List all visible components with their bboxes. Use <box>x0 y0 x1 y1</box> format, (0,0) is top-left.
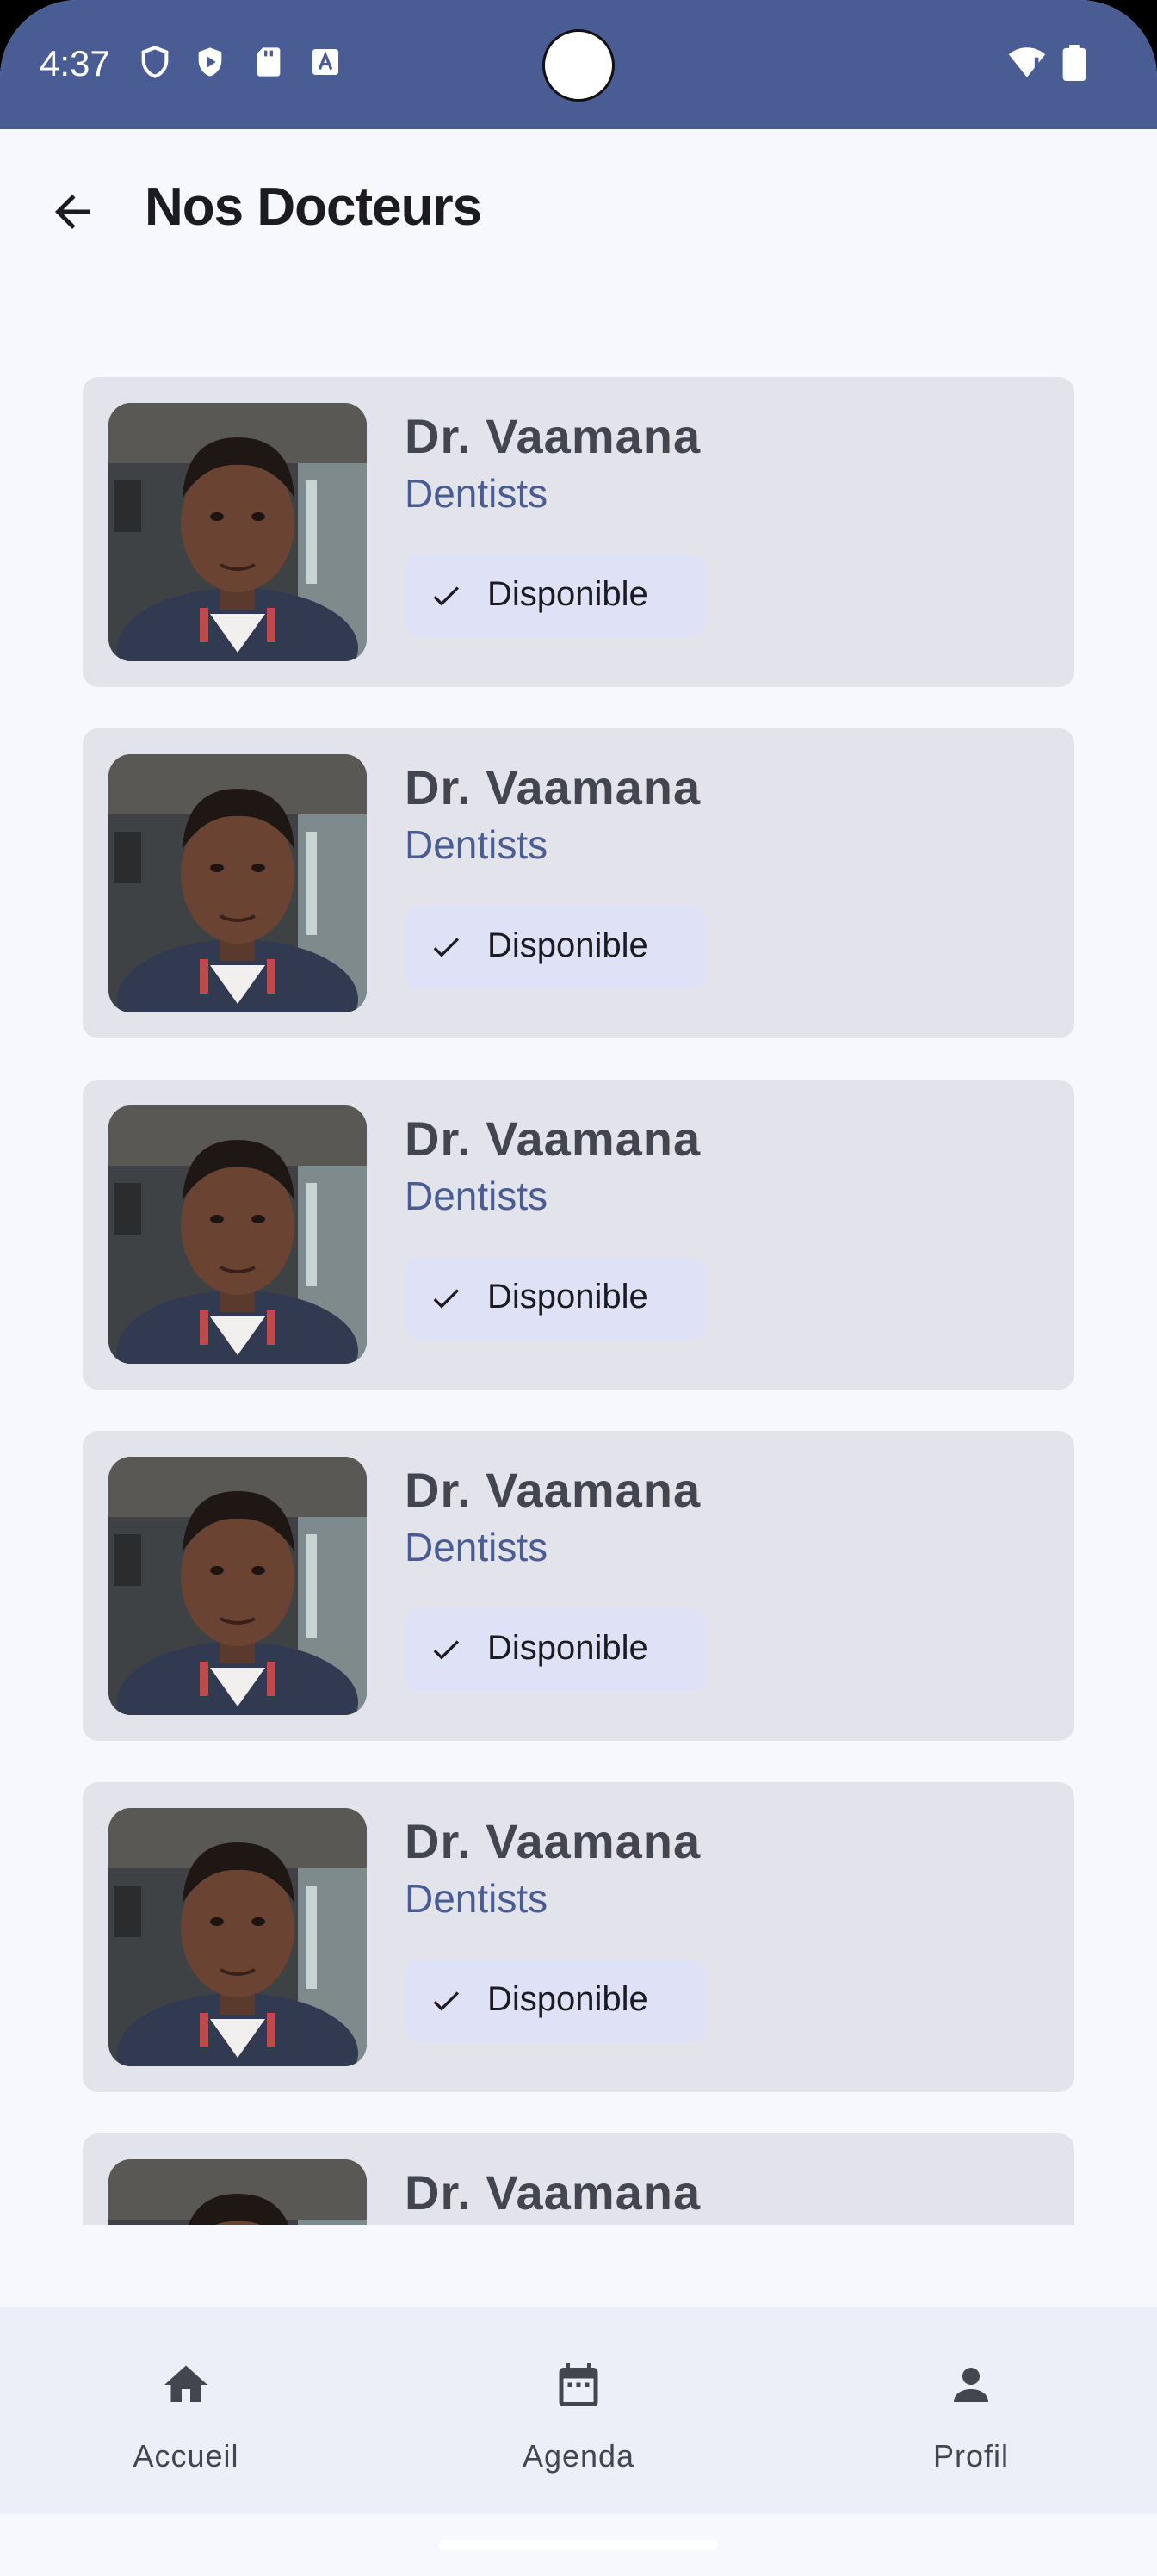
sd-card-icon <box>257 47 281 77</box>
availability-chip[interactable]: Disponible <box>405 1257 706 1340</box>
availability-label: Disponible <box>487 1278 648 1316</box>
doctor-name: Dr. Vaamana <box>405 2165 702 2220</box>
status-bar: 4:37 <box>0 0 1157 129</box>
availability-chip[interactable]: Disponible <box>405 554 706 637</box>
shield-icon <box>141 46 169 78</box>
availability-label: Disponible <box>487 926 648 964</box>
doctor-name: Dr. Vaamana <box>405 1814 702 1868</box>
doctor-photo <box>108 1808 367 2066</box>
check-icon <box>433 1640 459 1660</box>
camera-cutout <box>542 29 615 102</box>
check-icon <box>433 938 459 957</box>
doctor-photo <box>108 1457 367 1715</box>
check-icon <box>433 1991 459 2011</box>
arrow-back-icon[interactable] <box>46 186 98 238</box>
doctor-list[interactable]: Dr. Vaamana Dentists Disponible Dr. Vaam… <box>83 377 1074 2225</box>
home-icon <box>164 2365 207 2402</box>
nav-item-accueil[interactable]: Accueil <box>57 2307 315 2514</box>
doctor-name: Dr. Vaamana <box>405 1463 702 1517</box>
doctor-photo-image <box>108 1808 367 2066</box>
nav-label-agenda: Agenda <box>522 2438 635 2474</box>
availability-label: Disponible <box>487 1980 648 2018</box>
doctor-photo-image <box>108 754 367 1012</box>
check-icon <box>433 586 459 606</box>
person-icon <box>954 2368 988 2402</box>
availability-label: Disponible <box>487 575 648 613</box>
doctor-photo <box>108 2159 367 2225</box>
doctor-photo <box>108 1105 367 1364</box>
availability-chip[interactable]: Disponible <box>405 906 706 988</box>
doctor-photo-image <box>108 1105 367 1364</box>
doctor-specialty: Dentists <box>405 1173 548 1218</box>
doctor-name: Dr. Vaamana <box>405 1112 702 1166</box>
a-keyboard-icon <box>312 49 338 75</box>
nav-item-profil[interactable]: Profil <box>842 2307 1100 2514</box>
doctor-specialty: Dentists <box>405 1876 548 1921</box>
calendar-icon <box>559 2363 598 2406</box>
check-icon <box>433 1289 459 1309</box>
doctor-card[interactable]: Dr. Vaamana Dentists Disponible <box>83 728 1074 1038</box>
doctor-photo-image <box>108 403 367 661</box>
availability-chip[interactable]: Disponible <box>405 1608 706 1691</box>
doctor-card[interactable]: Dr. Vaamana Dentists Disponible <box>83 1431 1074 1741</box>
battery-icon <box>1062 45 1086 81</box>
doctor-card[interactable]: Dr. Vaamana Dentists Disponible <box>83 1080 1074 1390</box>
doctor-name: Dr. Vaamana <box>405 409 702 463</box>
doctor-specialty: Dentists <box>405 471 548 516</box>
play-protect-icon <box>198 47 222 77</box>
status-time: 4:37 <box>40 43 110 84</box>
availability-label: Disponible <box>487 1629 648 1667</box>
nav-label-profil: Profil <box>932 2438 1010 2474</box>
doctor-specialty: Dentists <box>405 1525 548 1570</box>
doctor-photo <box>108 403 367 661</box>
doctor-card[interactable]: Dr. Vaamana Dentists Disponible <box>83 1782 1074 2092</box>
page-title: Nos Docteurs <box>145 177 482 237</box>
doctor-specialty: Dentists <box>405 822 548 867</box>
doctor-name: Dr. Vaamana <box>405 760 702 814</box>
doctor-photo-image <box>108 2159 367 2225</box>
gesture-handle[interactable] <box>439 2540 718 2550</box>
doctor-photo-image <box>108 1457 367 1715</box>
doctor-photo <box>108 754 367 1012</box>
wifi-alert-icon <box>1008 47 1046 77</box>
nav-item-agenda[interactable]: Agenda <box>449 2307 708 2514</box>
bottom-navigation: Accueil Agenda Profil <box>0 2307 1157 2514</box>
doctor-card[interactable]: Dr. Vaamana Dentists Disponible <box>83 377 1074 687</box>
availability-chip[interactable]: Disponible <box>405 1960 706 2042</box>
doctor-card[interactable]: Dr. Vaamana Dentists Disponible <box>83 2133 1074 2225</box>
app-screen: 4:37 Nos Docteurs Dr. Vaamana Dentists D… <box>0 0 1157 2576</box>
nav-label-accueil: Accueil <box>133 2438 239 2474</box>
